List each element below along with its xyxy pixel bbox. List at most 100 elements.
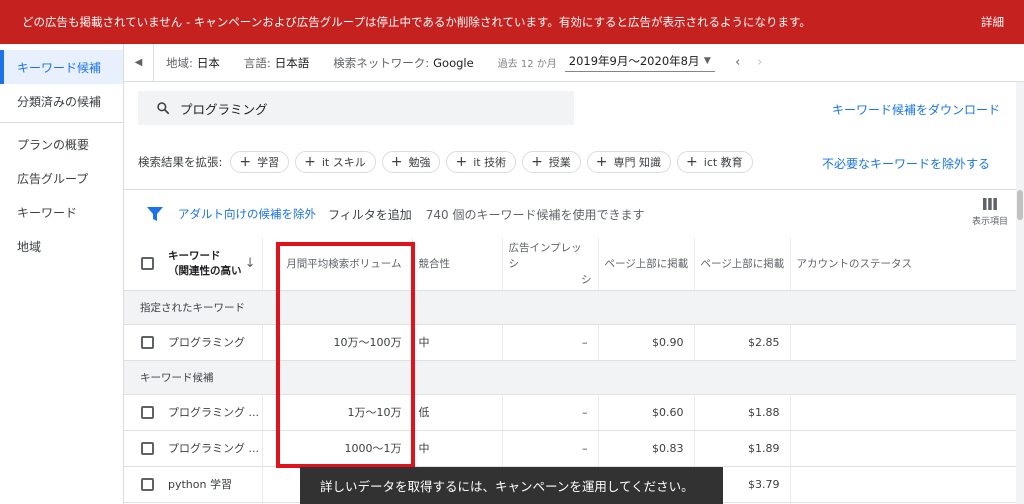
prev-period-icon[interactable]: ‹ bbox=[727, 55, 749, 70]
sidebar-item-ad-groups[interactable]: 広告グループ bbox=[0, 161, 123, 195]
download-ideas-link[interactable]: キーワード候補をダウンロード bbox=[832, 101, 1000, 118]
sidebar: キーワード候補 分類済みの候補 プランの概要 広告グループ キーワード 地域 bbox=[0, 44, 124, 504]
plus-icon: + bbox=[455, 154, 468, 170]
page-scrollbar[interactable] bbox=[1016, 82, 1024, 504]
search-panel: キーワード候補をダウンロード 検索結果を拡張: +学習 +it スキル +勉強 … bbox=[124, 82, 1016, 190]
top-bid-low-column-header[interactable]: ページ上部に掲載 bbox=[598, 238, 695, 291]
keyword-cell: プログラミング ... bbox=[162, 394, 263, 431]
settings-bar: ◀ 地域: 日本 言語: 日本語 検索ネットワーク: Google 過去 12 か月 … bbox=[124, 43, 1024, 82]
volume-cell: 1000～1万 bbox=[262, 430, 413, 467]
keyword-search-input[interactable] bbox=[180, 100, 560, 116]
table-row[interactable]: プログラミング ... 1000～1万 中 – $0.83 $1.89 bbox=[124, 430, 1016, 467]
columns-icon bbox=[982, 198, 997, 210]
plus-icon: + bbox=[595, 154, 608, 170]
keyword-column-header[interactable]: キーワード （関連性の高い ↓ bbox=[162, 238, 263, 291]
top-bid-high-column-header[interactable]: ページ上部に掲載 bbox=[694, 238, 791, 291]
snackbar-toast: 詳しいデータを取得するには、キャンペーンを運用してください。 bbox=[300, 467, 723, 504]
expand-chip[interactable]: + 授業 bbox=[522, 151, 581, 173]
bid-high-cell: $1.89 bbox=[694, 430, 791, 467]
account-status-column-header[interactable]: アカウントのステータス bbox=[790, 238, 1016, 291]
row-checkbox[interactable] bbox=[141, 441, 154, 455]
sort-arrow-down-icon: ↓ bbox=[244, 256, 256, 272]
expand-chip[interactable]: + ict 教育 bbox=[677, 151, 753, 173]
competition-cell: 中 bbox=[412, 324, 503, 361]
plus-icon: + bbox=[390, 154, 403, 170]
impression-cell: – bbox=[502, 324, 599, 361]
add-filter-button[interactable]: フィルタを追加 bbox=[328, 206, 412, 223]
location-setting[interactable]: 地域: 日本 bbox=[154, 55, 232, 71]
plus-icon: + bbox=[531, 154, 543, 170]
network-setting[interactable]: 検索ネットワーク: Google bbox=[321, 55, 485, 71]
banner-details-link[interactable]: 詳細 bbox=[981, 14, 1008, 30]
columns-button[interactable]: 表示項目 bbox=[972, 198, 1008, 227]
triangle-left-icon: ◀ bbox=[134, 57, 143, 68]
sidebar-divider bbox=[0, 122, 123, 123]
sidebar-item-keywords[interactable]: キーワード bbox=[0, 195, 123, 229]
row-checkbox[interactable] bbox=[141, 477, 154, 491]
snackbar-message: 詳しいデータを取得するには、キャンペーンを運用してください。 bbox=[320, 479, 694, 494]
exclude-adult-ideas-link[interactable]: アダルト向けの候補を除外 bbox=[178, 206, 316, 222]
expand-chip[interactable]: + 勉強 bbox=[381, 151, 441, 173]
bid-high-cell: $2.85 bbox=[694, 324, 791, 361]
competition-column-header[interactable]: 競合性 bbox=[412, 238, 503, 291]
expand-chip[interactable]: + 専門 知識 bbox=[586, 151, 672, 173]
impression-cell: – bbox=[502, 394, 599, 431]
status-banner: どの広告も掲載されていません - キャンペーンおよび広告グループは停止中であるか… bbox=[0, 0, 1024, 44]
plus-icon: + bbox=[686, 154, 698, 170]
ideas-count-text: 740 個のキーワード候補を使用できます bbox=[425, 207, 645, 222]
group-row-ideas: キーワード候補 bbox=[124, 360, 1016, 395]
expand-chip[interactable]: + 学習 bbox=[230, 151, 290, 173]
bid-low-cell: $0.83 bbox=[598, 430, 695, 467]
volume-column-header[interactable]: 月間平均検索ボリューム bbox=[262, 238, 413, 291]
scrollbar-thumb[interactable] bbox=[1017, 190, 1023, 220]
results-toolbar: アダルト向けの候補を除外 フィルタを追加 740 個のキーワード候補を使用できま… bbox=[124, 190, 1016, 238]
expand-chip[interactable]: + it スキル bbox=[295, 151, 376, 173]
table-row[interactable]: プログラミング 10万～100万 中 – $0.90 $2.85 bbox=[124, 324, 1016, 361]
date-range-select[interactable]: 2019年9月～2020年8月 ▼ bbox=[564, 53, 715, 72]
date-range-setting[interactable]: 過去 12 か月 2019年9月～2020年8月 ▼ bbox=[486, 53, 727, 72]
competition-cell: 中 bbox=[412, 430, 503, 467]
bid-high-cell: $1.88 bbox=[694, 394, 791, 431]
select-all-checkbox-cell[interactable] bbox=[124, 238, 162, 291]
table-row[interactable]: プログラミング ... 1万～10万 低 – $0.60 $1.88 bbox=[124, 394, 1016, 431]
language-setting[interactable]: 言語: 日本語 bbox=[232, 55, 321, 71]
group-row-provided: 指定されたキーワード bbox=[124, 290, 1016, 325]
select-all-checkbox[interactable] bbox=[141, 257, 154, 271]
expand-label: 検索結果を拡張: bbox=[138, 155, 223, 169]
plus-icon: + bbox=[239, 154, 252, 170]
results-panel: アダルト向けの候補を除外 フィルタを追加 740 個のキーワード候補を使用できま… bbox=[124, 190, 1016, 504]
row-checkbox[interactable] bbox=[141, 335, 154, 349]
sidebar-item-keyword-ideas[interactable]: キーワード候補 bbox=[0, 50, 123, 84]
bid-low-cell: $0.90 bbox=[598, 324, 695, 361]
sidebar-item-plan-overview[interactable]: プランの概要 bbox=[0, 127, 123, 161]
impression-share-column-header[interactable]: 広告インプレッシ シ bbox=[502, 238, 599, 291]
sidebar-item-locations[interactable]: 地域 bbox=[0, 229, 123, 263]
competition-cell: 低 bbox=[412, 394, 503, 431]
bid-low-cell: $0.60 bbox=[598, 394, 695, 431]
keyword-search-box[interactable] bbox=[138, 91, 574, 125]
keyword-cell: プログラミング bbox=[162, 324, 263, 361]
table-header-row: キーワード （関連性の高い ↓ 月間平均検索ボリューム 競合性 広告インプレッシ… bbox=[124, 238, 1016, 291]
dropdown-arrow-icon: ▼ bbox=[703, 56, 711, 66]
keyword-cell: python 学習 bbox=[162, 466, 263, 503]
sidebar-item-grouped-ideas[interactable]: 分類済みの候補 bbox=[0, 84, 123, 118]
status-cell bbox=[790, 466, 1016, 503]
next-period-icon[interactable]: › bbox=[749, 55, 771, 70]
volume-cell: 10万～100万 bbox=[262, 324, 413, 361]
collapse-sidebar-button[interactable]: ◀ bbox=[124, 43, 154, 82]
banner-message: どの広告も掲載されていません - キャンペーンおよび広告グループは停止中であるか… bbox=[22, 15, 811, 29]
status-cell bbox=[790, 430, 1016, 467]
impression-cell: – bbox=[502, 430, 599, 467]
keyword-table: キーワード （関連性の高い ↓ 月間平均検索ボリューム 競合性 広告インプレッシ… bbox=[124, 238, 1016, 503]
filter-funnel-icon[interactable] bbox=[146, 206, 164, 222]
search-icon bbox=[157, 102, 170, 115]
volume-cell: 1万～10万 bbox=[262, 394, 413, 431]
status-cell bbox=[790, 394, 1016, 431]
expand-results-row: 検索結果を拡張: + 学習 + it スキル + 勉強 + it 技術 + 授業 + 専門 … bbox=[138, 151, 759, 173]
plus-icon: + bbox=[304, 154, 316, 170]
row-checkbox[interactable] bbox=[141, 405, 154, 419]
keyword-cell: プログラミング ... bbox=[162, 430, 263, 467]
status-cell bbox=[790, 324, 1016, 361]
exclude-keywords-link[interactable]: 不必要なキーワードを除外する bbox=[822, 155, 990, 172]
expand-chip[interactable]: + it 技術 bbox=[446, 151, 517, 173]
